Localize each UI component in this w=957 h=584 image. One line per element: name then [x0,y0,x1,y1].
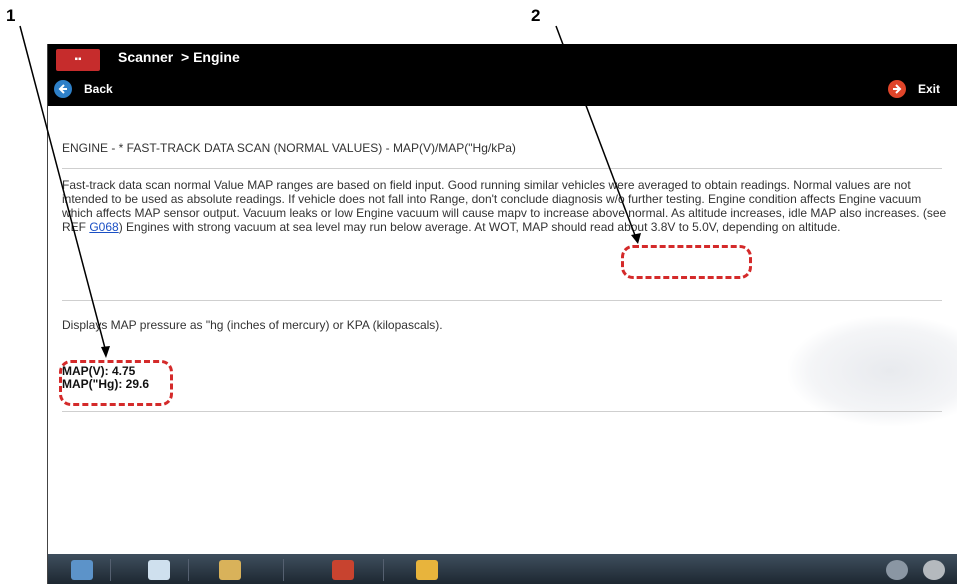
scanner-screen: ▪▪ Scanner > Engine Back Exit ENGINE - *… [47,44,957,584]
ref-link-g068[interactable]: G068 [89,220,118,234]
callout-highlight-2 [621,245,752,279]
background-watermark [788,316,957,426]
document-icon[interactable] [148,560,170,580]
exit-arrow-icon [888,80,906,98]
back-label: Back [84,82,113,96]
scanner-logo-icon: ▪▪ [56,49,100,71]
divider [62,300,942,301]
home-icon[interactable] [71,560,93,580]
content-area[interactable]: ENGINE - * FAST-TRACK DATA SCAN (NORMAL … [48,106,957,554]
taskbar-separator [283,559,284,581]
info-paragraph: Fast-track data scan normal Value MAP ra… [62,178,950,234]
folder-icon[interactable] [416,560,438,580]
page-heading: ENGINE - * FAST-TRACK DATA SCAN (NORMAL … [62,141,516,155]
callout-number-2: 2 [531,6,541,25]
callout-highlight-1 [59,360,173,406]
wireless-icon[interactable] [886,560,908,580]
title-bar: ▪▪ Scanner > Engine Back Exit [48,44,957,106]
connection-icon[interactable] [923,560,945,580]
vehicle-icon[interactable] [332,560,354,580]
divider [62,168,942,169]
back-arrow-icon [54,80,72,98]
paragraph-text-2: ) Engines with strong vacuum at sea leve… [118,220,841,234]
taskbar-separator [188,559,189,581]
divider [62,411,942,412]
map-description: Displays MAP pressure as "hg (inches of … [62,318,443,332]
tools-icon[interactable] [219,560,241,580]
taskbar [48,554,957,584]
breadcrumb-title: Scanner > Engine [118,49,240,65]
exit-label: Exit [918,82,941,96]
taskbar-separator [110,559,111,581]
exit-button[interactable]: Exit [888,78,940,100]
callout-number-1: 1 [6,6,16,25]
back-button[interactable]: Back [54,78,113,100]
taskbar-separator [383,559,384,581]
